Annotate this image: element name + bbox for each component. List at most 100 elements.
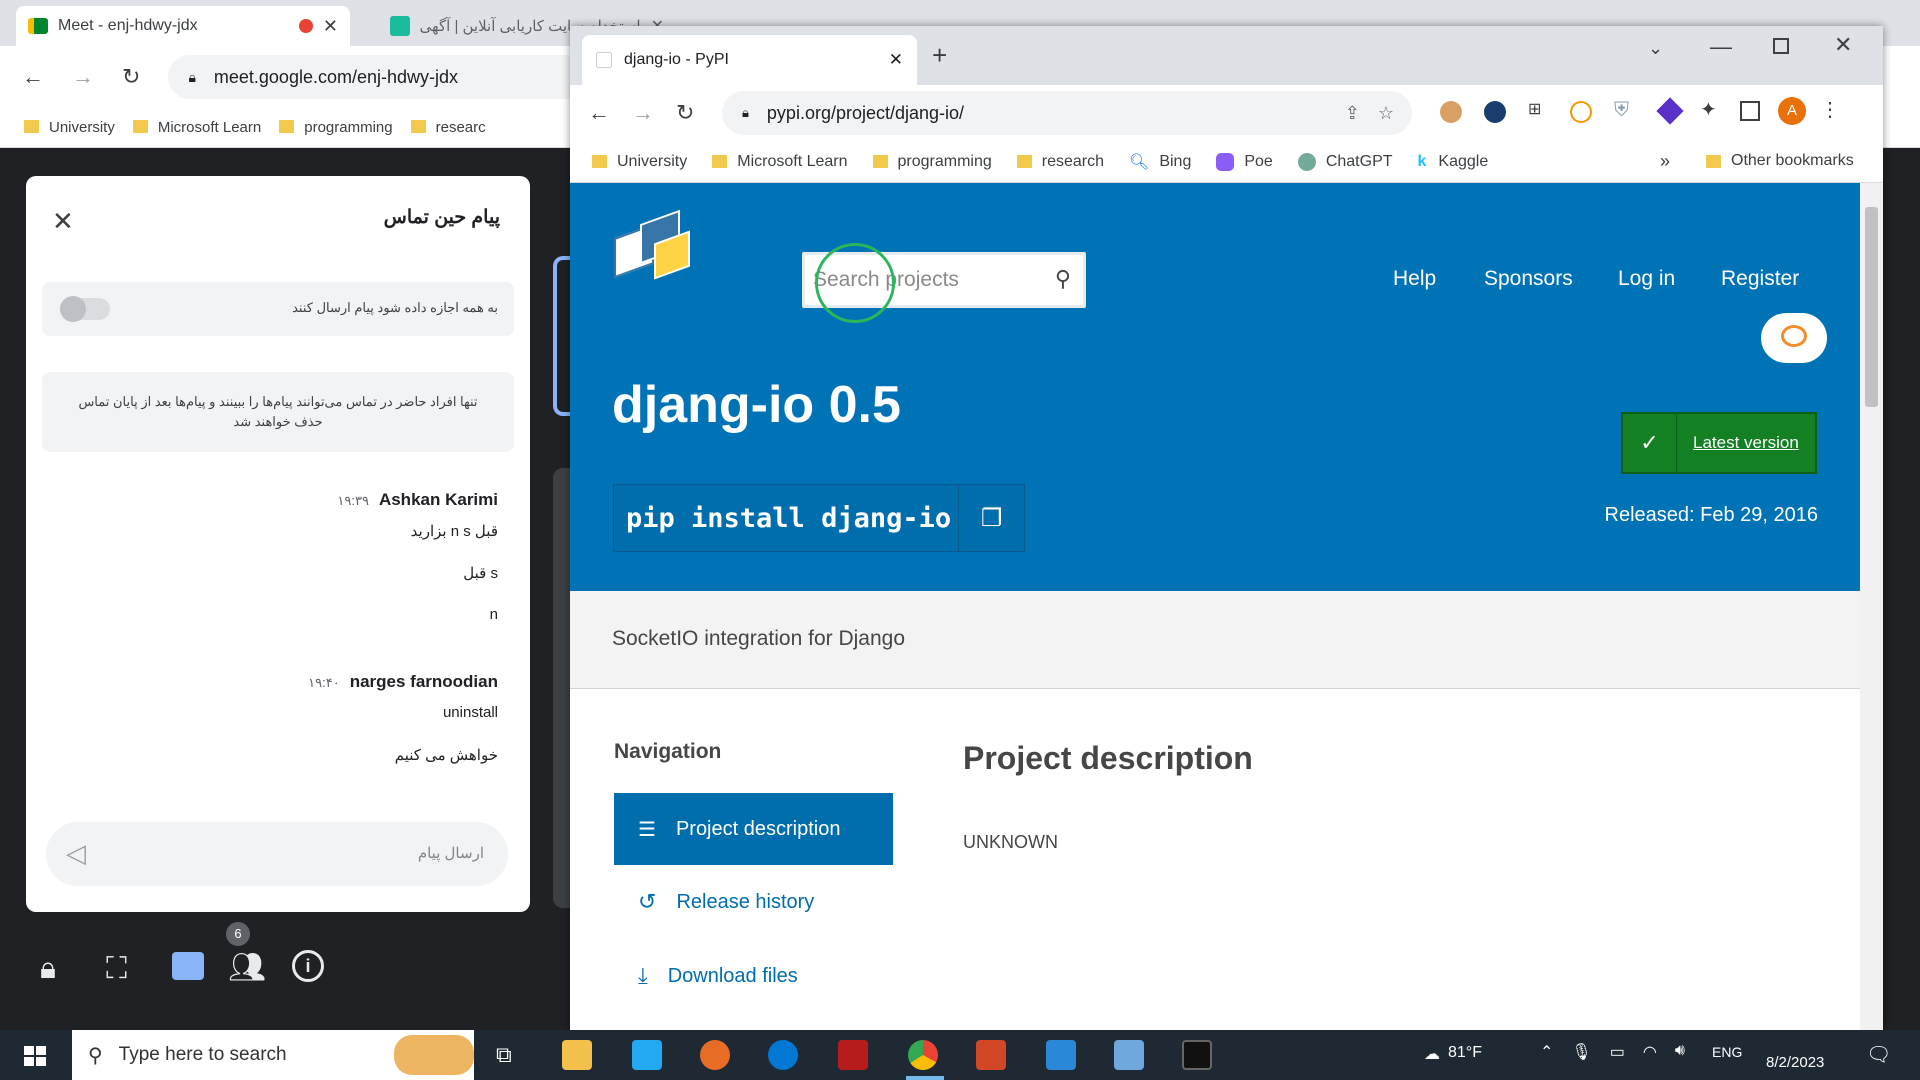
tab-search-icon[interactable]: ⌄: [1648, 38, 1663, 59]
profile-avatar[interactable]: A: [1778, 97, 1806, 125]
notification-icon[interactable]: 🗨︎: [1866, 1042, 1891, 1067]
bookmark-other[interactable]: Other bookmarks: [1706, 152, 1854, 170]
app-icon[interactable]: [1046, 1040, 1076, 1070]
nav-register[interactable]: Register: [1721, 267, 1799, 291]
weather-widget[interactable]: ☁︎ 81°F: [1424, 1044, 1482, 1064]
reload-icon[interactable]: ↻: [676, 100, 694, 126]
bookmark-research[interactable]: research: [1016, 153, 1104, 171]
send-icon[interactable]: ◁: [66, 838, 86, 869]
menu-kebab-icon[interactable]: ⋮: [1820, 97, 1840, 122]
puzzle-icon[interactable]: ✦: [1700, 97, 1717, 122]
forward-arrow-icon[interactable]: →: [632, 100, 654, 126]
info-icon[interactable]: i: [292, 950, 324, 982]
app-icon[interactable]: [838, 1040, 868, 1070]
battery-icon[interactable]: ▭: [1610, 1042, 1625, 1062]
pypi-url: pypi.org/project/djang-io/: [766, 102, 965, 123]
in-call-messages-panel: ✕ پیام حین تماس به همه اجازه داده شود پی…: [26, 176, 530, 912]
app-icon[interactable]: [1114, 1040, 1144, 1070]
taskbar-date[interactable]: 8/2/2023: [1766, 1054, 1824, 1071]
chevron-up-icon[interactable]: ⌃: [1540, 1042, 1553, 1062]
chat-icon[interactable]: [172, 952, 204, 980]
feedback-button[interactable]: [1761, 313, 1827, 363]
nav-login[interactable]: Log in: [1618, 267, 1675, 291]
message-sender: Ashkan Karimi: [378, 490, 498, 509]
close-icon[interactable]: ✕: [52, 206, 74, 237]
activities-icon[interactable]: ⛶: [106, 952, 127, 986]
close-tab-icon[interactable]: ✕: [323, 16, 338, 37]
extension-icon[interactable]: [1484, 101, 1506, 123]
minimize-icon[interactable]: —: [1710, 34, 1732, 60]
task-view-icon[interactable]: ⧉: [496, 1042, 512, 1068]
reload-icon[interactable]: ↻: [122, 64, 140, 90]
back-arrow-icon[interactable]: ←: [588, 100, 610, 126]
page-scrollbar[interactable]: [1860, 183, 1883, 1030]
tab-pypi[interactable]: djang-io - PyPI ✕: [582, 35, 917, 85]
powerpoint-icon[interactable]: [976, 1040, 1006, 1070]
bookmark-university[interactable]: University: [24, 119, 115, 136]
bookmark-bing[interactable]: 🔍︎ Bing: [1129, 152, 1191, 172]
extension-icon[interactable]: [1440, 101, 1462, 123]
allow-messages-toggle[interactable]: [60, 296, 110, 322]
copy-icon[interactable]: ❐: [958, 485, 1024, 551]
nav-help[interactable]: Help: [1393, 267, 1436, 291]
message-input[interactable]: ◁ ارسال پیام: [46, 822, 508, 886]
volume-icon[interactable]: 🔊︎: [1675, 1042, 1685, 1062]
wifi-icon[interactable]: ◠: [1643, 1042, 1657, 1062]
bookmark-kaggle[interactable]: k Kaggle: [1418, 153, 1489, 171]
bookmark-star-icon[interactable]: ☆: [1378, 103, 1394, 124]
package-summary: SocketIO integration for Django: [612, 627, 905, 650]
start-icon[interactable]: [24, 1046, 46, 1066]
bookmark-microsoft-learn[interactable]: Microsoft Learn: [712, 153, 848, 171]
more-bookmarks-button[interactable]: »: [1660, 151, 1670, 172]
forward-arrow-icon[interactable]: →: [72, 64, 94, 90]
close-tab-icon[interactable]: ✕: [889, 50, 903, 70]
sidebar-item-release-history[interactable]: ↺ Release history: [614, 866, 893, 938]
side-panel-icon[interactable]: [1740, 101, 1760, 121]
shield-icon[interactable]: ⛨: [1614, 99, 1629, 122]
chrome-icon[interactable]: [908, 1040, 938, 1070]
terminal-icon[interactable]: [1182, 1040, 1212, 1070]
pypi-tab-strip: djang-io - PyPI ✕ + ⌄ — ✕: [570, 26, 1883, 85]
bookmark-programming[interactable]: programming: [872, 153, 992, 171]
extension-icon[interactable]: [1570, 101, 1592, 123]
bookmark-microsoft-learn[interactable]: Microsoft Learn: [132, 119, 261, 136]
cursor-highlight: [815, 243, 895, 323]
sidebar-item-download-files[interactable]: ⤓ Download files: [614, 940, 893, 1012]
maximize-icon[interactable]: [1773, 38, 1789, 54]
scrollbar-thumb[interactable]: [1865, 207, 1878, 407]
tab-meet[interactable]: Meet - enj-hdwy-jdx ✕: [16, 6, 350, 46]
panel-title: پیام حین تماس: [383, 207, 500, 228]
bookmark-research[interactable]: researc: [410, 119, 486, 136]
share-icon[interactable]: ⇪: [1345, 103, 1360, 124]
people-icon[interactable]: 👥︎: [228, 950, 266, 985]
file-explorer-icon[interactable]: [562, 1040, 592, 1070]
new-tab-icon[interactable]: +: [932, 40, 947, 71]
message-text: uninstall: [442, 704, 498, 721]
meet-address-bar[interactable]: 🔒︎ meet.google.com/enj-hdwy-jdx: [168, 55, 589, 99]
skype-icon[interactable]: [768, 1040, 798, 1070]
back-arrow-icon[interactable]: ←: [22, 64, 44, 90]
bookmark-programming[interactable]: programming: [279, 119, 393, 136]
latest-version-badge[interactable]: ✓ Latest version: [1621, 412, 1817, 474]
language-indicator[interactable]: ENG: [1712, 1044, 1742, 1060]
sidebar-item-project-description[interactable]: ☰ Project description: [614, 793, 893, 865]
pip-install-box: pip install djang-io ❐: [613, 484, 1025, 552]
host-controls-icon[interactable]: 🔒︎: [40, 952, 56, 986]
extension-icon[interactable]: [1656, 97, 1684, 125]
bookmark-university[interactable]: University: [592, 153, 687, 171]
message-text: قبل n s بزارید: [410, 523, 498, 540]
close-window-icon[interactable]: ✕: [1834, 32, 1852, 58]
taskbar-search[interactable]: ⚲ Type here to search: [72, 1030, 474, 1080]
vscode-icon[interactable]: [632, 1040, 662, 1070]
app-icon[interactable]: [700, 1040, 730, 1070]
participant-tile: [553, 468, 571, 908]
search-input[interactable]: Search projects ⚲: [802, 243, 1086, 323]
microphone-icon[interactable]: 🎙︎: [1571, 1042, 1591, 1062]
pypi-logo[interactable]: [610, 203, 694, 283]
extension-icon[interactable]: ⊞: [1528, 99, 1541, 119]
search-icon[interactable]: ⚲: [1055, 266, 1071, 292]
bookmark-poe[interactable]: Poe: [1216, 152, 1273, 171]
nav-sponsors[interactable]: Sponsors: [1484, 267, 1573, 291]
pypi-address-bar[interactable]: 🔒︎ pypi.org/project/djang-io/ ⇪ ☆: [722, 91, 1412, 135]
bookmark-chatgpt[interactable]: ChatGPT: [1297, 152, 1393, 171]
